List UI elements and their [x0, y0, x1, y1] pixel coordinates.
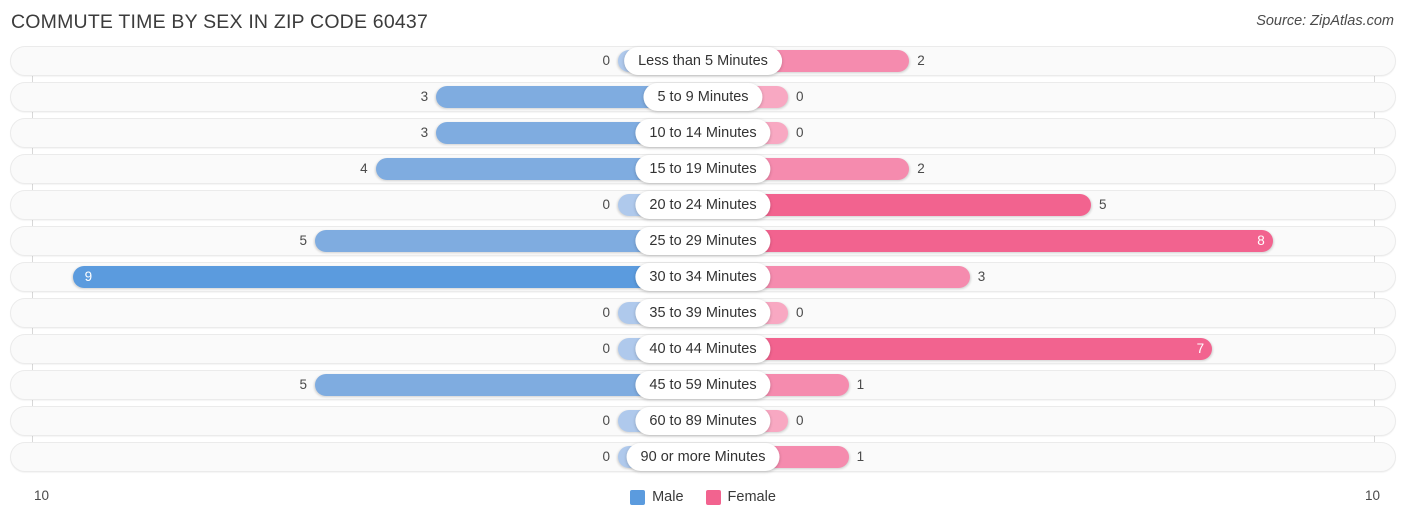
category-label-pill: 15 to 19 Minutes: [635, 155, 771, 183]
male-value-label: 3: [420, 125, 429, 140]
legend-label: Male: [652, 489, 684, 505]
male-value-label: 0: [602, 413, 610, 428]
male-value-label: 5: [299, 377, 307, 392]
bar-rows-container: 0 2 Less than 5 Minutes 3 0 5 to 9 Minutes 3 0 1…: [0, 46, 1406, 478]
category-label-pill: 90 or more Minutes: [626, 443, 780, 471]
bar-row: 0 0 35 to 39 Minutes: [0, 298, 1406, 328]
bar-row: 4 2 15 to 19 Minutes: [0, 154, 1406, 184]
category-label-pill: Less than 5 Minutes: [624, 47, 782, 75]
legend-swatch-icon: [705, 489, 721, 505]
category-label-pill: 40 to 44 Minutes: [635, 335, 771, 363]
legend-swatch-icon: [630, 489, 646, 505]
chart-plot-area: 0 2 Less than 5 Minutes 3 0 5 to 9 Minutes 3 0 1…: [0, 46, 1406, 486]
category-label-pill: 45 to 59 Minutes: [635, 371, 771, 399]
bar-row: 5 8 25 to 29 Minutes: [0, 226, 1406, 256]
bar-row: 5 1 45 to 59 Minutes: [0, 370, 1406, 400]
male-value-label: 0: [602, 197, 610, 212]
legend-item[interactable]: Female: [705, 489, 776, 505]
male-bar[interactable]: [72, 266, 703, 288]
chart-footer: 10 10 Male Female: [0, 486, 1406, 523]
category-label-pill: 25 to 29 Minutes: [635, 227, 771, 255]
female-value-label: 1: [856, 449, 865, 464]
bar-row: 0 0 60 to 89 Minutes: [0, 406, 1406, 436]
male-value-label: 0: [602, 449, 610, 464]
bar-row: 3 0 5 to 9 Minutes: [0, 82, 1406, 112]
male-value-label: 4: [360, 161, 368, 176]
female-bar[interactable]: [703, 338, 1213, 360]
female-value-label: 2: [917, 53, 925, 68]
female-value-label: 0: [796, 413, 804, 428]
female-value-label: 2: [917, 161, 925, 176]
female-value-label: 8: [1257, 233, 1265, 248]
source-attribution: Source: ZipAtlas.com: [1256, 13, 1394, 29]
male-value-label: 0: [602, 305, 610, 320]
female-value-label: 3: [977, 269, 986, 284]
category-label-pill: 30 to 34 Minutes: [635, 263, 771, 291]
male-value-label: 3: [420, 89, 429, 104]
male-value-label: 0: [602, 341, 610, 356]
female-bar[interactable]: [703, 230, 1273, 252]
bar-row: 0 2 Less than 5 Minutes: [0, 46, 1406, 76]
bar-row: 0 7 40 to 44 Minutes: [0, 334, 1406, 364]
female-value-label: 1: [856, 377, 865, 392]
female-value-label: 0: [796, 305, 804, 320]
category-label-pill: 20 to 24 Minutes: [635, 191, 771, 219]
female-value-label: 0: [796, 125, 804, 140]
bar-row: 0 1 90 or more Minutes: [0, 442, 1406, 472]
bar-row: 9 3 30 to 34 Minutes: [0, 262, 1406, 292]
page-title: COMMUTE TIME BY SEX IN ZIP CODE 60437: [11, 11, 429, 33]
bar-row: 0 5 20 to 24 Minutes: [0, 190, 1406, 220]
legend-label: Female: [727, 489, 776, 505]
female-value-label: 7: [1196, 341, 1205, 356]
male-value-label: 9: [84, 269, 93, 284]
bar-row: 3 0 10 to 14 Minutes: [0, 118, 1406, 148]
chart-header: COMMUTE TIME BY SEX IN ZIP CODE 60437 So…: [0, 0, 1406, 46]
category-label-pill: 5 to 9 Minutes: [643, 83, 763, 111]
male-value-label: 0: [602, 53, 610, 68]
male-value-label: 5: [299, 233, 307, 248]
category-label-pill: 60 to 89 Minutes: [635, 407, 771, 435]
chart-legend: Male Female: [0, 489, 1406, 505]
category-label-pill: 35 to 39 Minutes: [635, 299, 771, 327]
category-label-pill: 10 to 14 Minutes: [635, 119, 771, 147]
female-value-label: 0: [796, 89, 804, 104]
female-value-label: 5: [1099, 197, 1107, 212]
legend-item[interactable]: Male: [630, 489, 684, 505]
